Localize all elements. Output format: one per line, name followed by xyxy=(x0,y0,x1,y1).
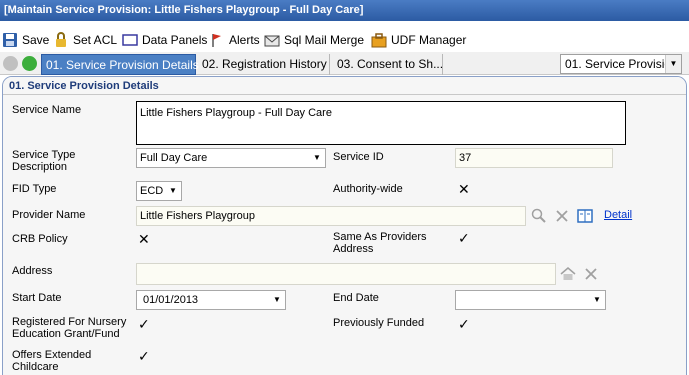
sql-mail-merge-label: Sql Mail Merge xyxy=(284,33,365,47)
tab-selector-value: 01. Service Provision xyxy=(565,57,678,71)
service-name-field[interactable]: Little Fishers Playgroup - Full Day Care xyxy=(136,101,626,145)
tab-service-provision-details[interactable]: 01. Service Provision Details xyxy=(41,54,199,75)
same-as-providers-check[interactable]: ✓ xyxy=(458,231,470,245)
provider-name-label: Provider Name xyxy=(12,209,86,221)
authority-wide-cross[interactable]: ✕ xyxy=(458,182,470,196)
end-date-label: End Date xyxy=(333,292,379,304)
flag-icon xyxy=(209,32,225,48)
extended-childcare-check[interactable]: ✓ xyxy=(138,349,150,363)
clear-icon[interactable] xyxy=(554,208,570,224)
crb-policy-label: CRB Policy xyxy=(12,233,68,245)
sql-mail-merge-button[interactable]: Sql Mail Merge xyxy=(264,31,364,49)
forward-arrow-icon[interactable] xyxy=(22,56,37,71)
previously-funded-check[interactable]: ✓ xyxy=(458,317,470,331)
authority-wide-label: Authority-wide xyxy=(333,183,403,195)
alerts-button[interactable]: Alerts xyxy=(209,31,260,49)
mail-merge-icon xyxy=(264,32,280,48)
fid-type-label: FID Type xyxy=(12,183,57,195)
same-as-providers-label: Same As Providers Address xyxy=(333,231,427,255)
start-date-value: 01/01/2013 xyxy=(143,294,199,306)
start-date-label: Start Date xyxy=(12,292,62,304)
chevron-down-icon: ▼ xyxy=(589,291,605,309)
search-icon[interactable] xyxy=(531,208,547,224)
service-id-field: 37 xyxy=(455,148,613,168)
back-arrow-icon[interactable] xyxy=(3,56,18,71)
service-type-label: Service Type Description xyxy=(12,149,76,173)
fid-type-select[interactable]: ECD ▼ xyxy=(136,181,182,201)
data-panels-label: Data Panels xyxy=(142,33,208,47)
tab-bar: 01. Service Provision Details 02. Regist… xyxy=(0,52,689,75)
panel-icon xyxy=(122,32,138,48)
address-label: Address xyxy=(12,265,53,277)
clear-address-icon[interactable] xyxy=(583,266,599,282)
udf-manager-label: UDF Manager xyxy=(391,33,467,47)
chevron-down-icon: ▼ xyxy=(269,291,285,309)
service-type-select[interactable]: Full Day Care ▼ xyxy=(136,148,326,168)
chevron-down-icon: ▼ xyxy=(309,149,325,167)
chevron-down-icon: ▼ xyxy=(665,55,681,73)
alerts-label: Alerts xyxy=(229,33,260,47)
floppy-disk-icon xyxy=(2,32,18,48)
service-provision-panel: 01. Service Provision Details Service Na… xyxy=(2,76,687,375)
udf-manager-button[interactable]: UDF Manager xyxy=(371,31,466,49)
address-field xyxy=(136,263,556,285)
save-label: Save xyxy=(22,33,50,47)
padlock-icon xyxy=(53,32,69,48)
service-id-label: Service ID xyxy=(333,151,384,163)
start-date-field[interactable]: 01/01/2013 ▼ xyxy=(136,290,286,310)
registered-label: Registered For Nursery Education Grant/F… xyxy=(12,316,127,340)
tab-selector-dropdown[interactable]: 01. Service Provision ▼ xyxy=(560,54,682,74)
service-type-value: Full Day Care xyxy=(140,152,208,164)
window-title: [Maintain Service Provision: Little Fish… xyxy=(0,0,689,21)
crb-policy-cross[interactable]: ✕ xyxy=(138,232,150,246)
save-button[interactable]: Save xyxy=(2,31,49,49)
tab-consent[interactable]: 03. Consent to Sh... xyxy=(333,54,443,75)
previously-funded-label: Previously Funded xyxy=(333,317,425,329)
data-panels-button[interactable]: Data Panels xyxy=(122,31,207,49)
toolbar: Save Set ACL Data Panels Alerts Sql Mail… xyxy=(0,29,689,51)
fid-type-value: ECD xyxy=(140,185,164,197)
set-acl-button[interactable]: Set ACL xyxy=(53,31,117,49)
home-icon[interactable] xyxy=(560,266,576,282)
provider-name-field: Little Fishers Playgroup xyxy=(136,206,526,226)
toolbox-icon xyxy=(371,32,387,48)
panel-title: 01. Service Provision Details xyxy=(3,77,686,95)
chevron-down-icon: ▼ xyxy=(165,182,181,200)
registered-check[interactable]: ✓ xyxy=(138,317,150,331)
details-icon[interactable] xyxy=(577,208,593,224)
service-name-label: Service Name xyxy=(12,104,82,116)
tab-registration-history[interactable]: 02. Registration History xyxy=(198,54,330,75)
extended-childcare-label: Offers Extended Childcare xyxy=(12,349,92,373)
set-acl-label: Set ACL xyxy=(73,33,118,47)
detail-link[interactable]: Detail xyxy=(604,209,632,221)
end-date-field[interactable]: ▼ xyxy=(455,290,606,310)
